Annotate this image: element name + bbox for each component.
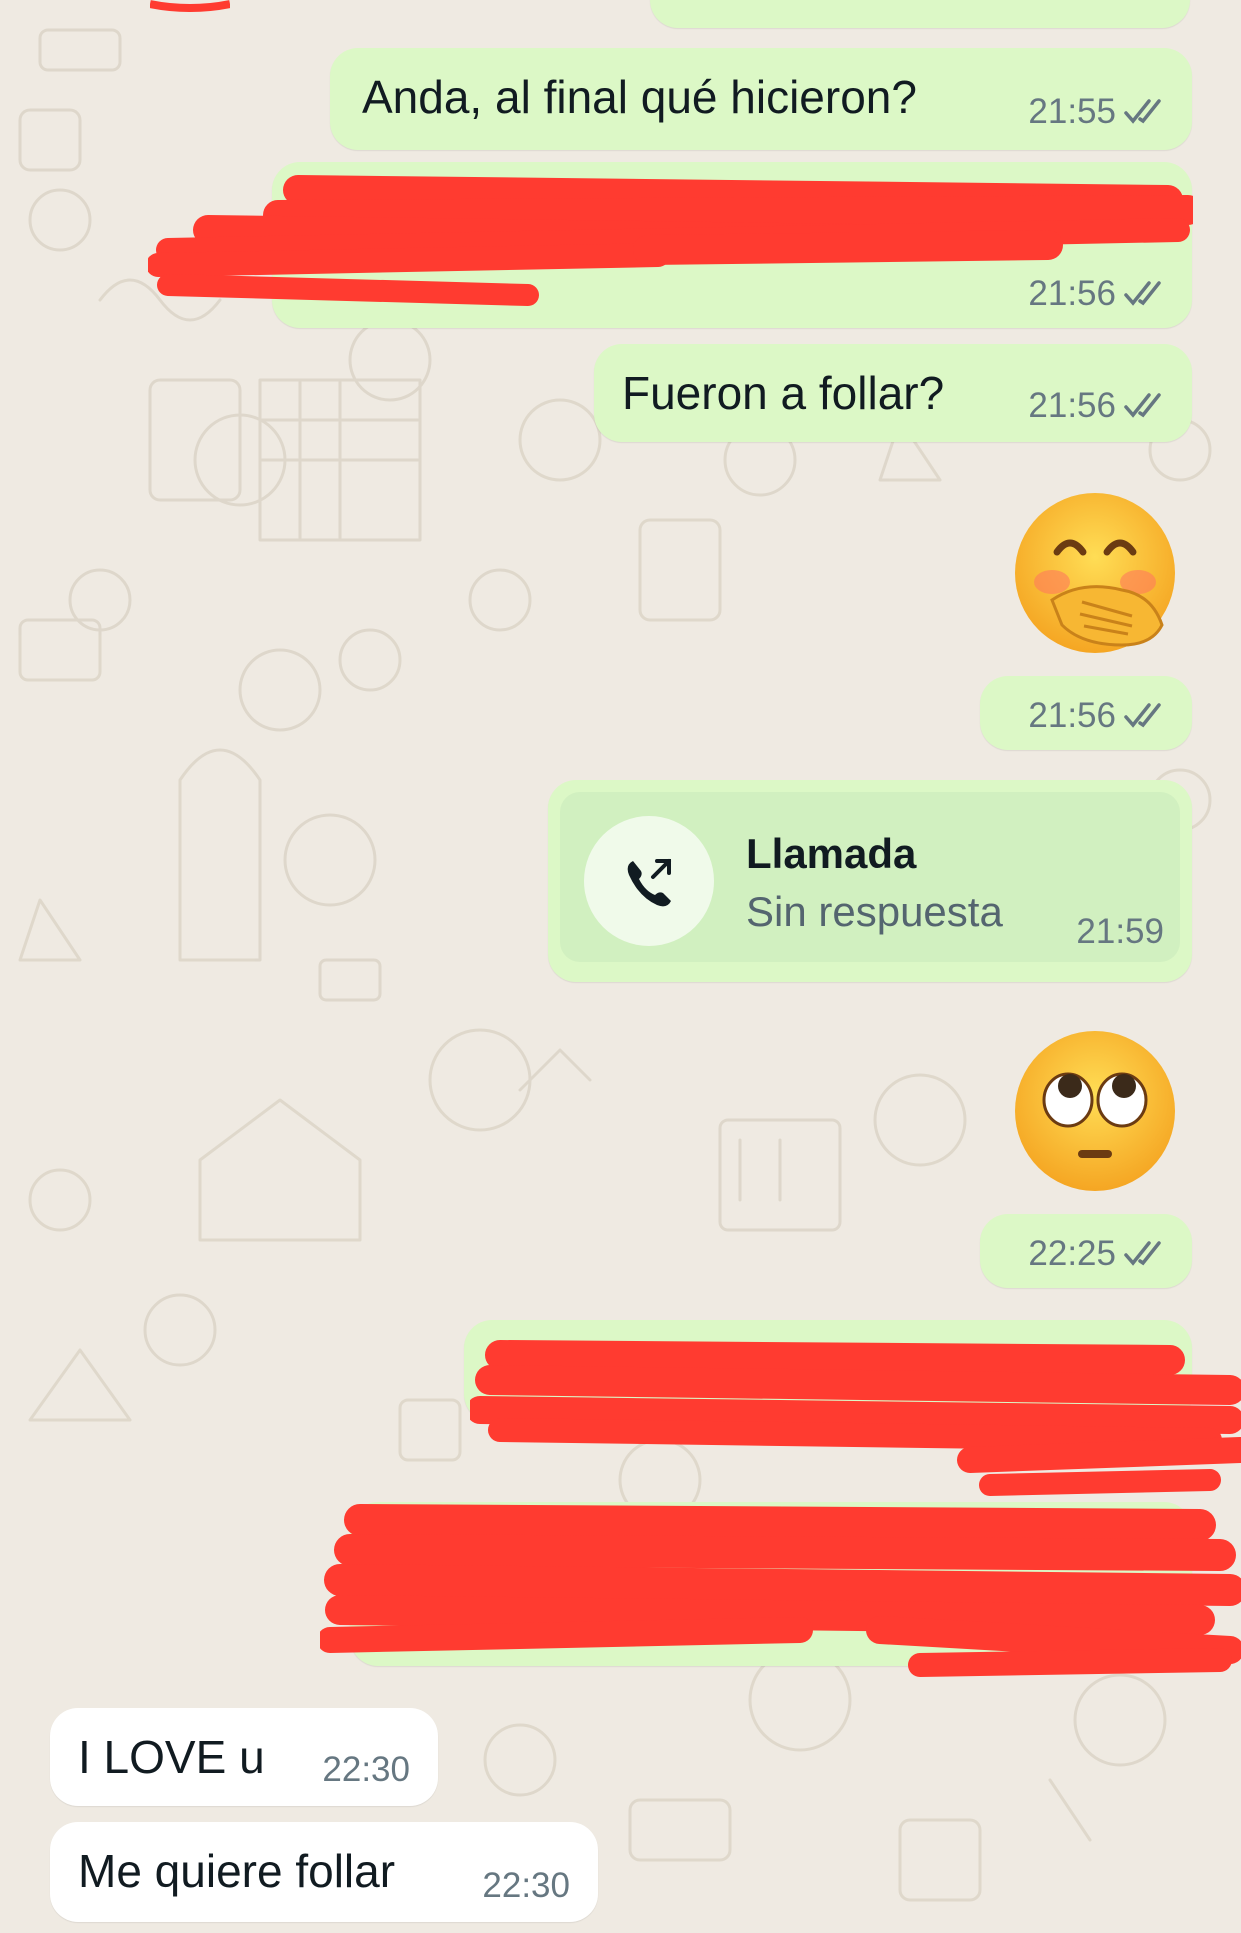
call-status: Sin respuesta — [746, 888, 1003, 935]
previous-message-bubble[interactable] — [650, 0, 1190, 28]
phone-outgoing-icon — [627, 859, 671, 907]
message-time: 22:30 — [482, 1866, 570, 1905]
read-ticks-icon — [1124, 1241, 1161, 1266]
message-time: 21:56 — [1028, 696, 1116, 735]
call-card[interactable]: Llamada Sin respuesta 21:59 — [560, 792, 1180, 962]
message-time: 21:55 — [1028, 92, 1116, 131]
message-text: Fueron a follar? — [622, 367, 945, 419]
message-bubble[interactable]: Me quiere follar 22:30 — [50, 1822, 598, 1922]
redaction-scribble — [148, 175, 1193, 306]
read-ticks-icon — [1124, 393, 1161, 418]
message-time: 21:56 — [1028, 386, 1116, 425]
message-meta: 21:56 — [1028, 696, 1168, 736]
message-meta: 22:25 — [1028, 1234, 1168, 1274]
eye-roll-emoji[interactable] — [1012, 1028, 1178, 1194]
message-text: I LOVE u — [78, 1731, 265, 1783]
read-ticks-icon — [1124, 703, 1161, 728]
message-text: Me quiere follar — [78, 1845, 396, 1897]
message-bubble[interactable]: I LOVE u 22:30 — [50, 1708, 438, 1806]
message-text: Anda, al final qué hicieron? — [362, 71, 917, 123]
message-meta: 21:56 — [1028, 386, 1168, 426]
message-time: 22:30 — [322, 1750, 410, 1789]
redaction-scribble — [320, 1504, 1241, 1677]
message-bubble[interactable]: Anda, al final qué hicieron? 21:55 — [330, 48, 1192, 150]
message-time: 21:59 — [1076, 912, 1164, 951]
call-title: Llamada — [746, 830, 917, 877]
hand-over-mouth-emoji[interactable] — [1012, 490, 1178, 656]
emoji-meta-bubble[interactable]: 21:56 — [980, 676, 1192, 750]
read-ticks-icon — [1124, 99, 1161, 124]
call-icon-circle — [584, 816, 714, 946]
message-meta: 21:55 — [1028, 92, 1168, 132]
message-time: 22:25 — [1028, 1234, 1116, 1273]
message-bubble[interactable]: Fueron a follar? 21:56 — [594, 344, 1192, 442]
emoji-meta-bubble[interactable]: 22:25 — [980, 1214, 1192, 1288]
redaction-scribble — [150, 0, 230, 12]
call-message-bubble[interactable]: Llamada Sin respuesta 21:59 — [548, 780, 1192, 982]
